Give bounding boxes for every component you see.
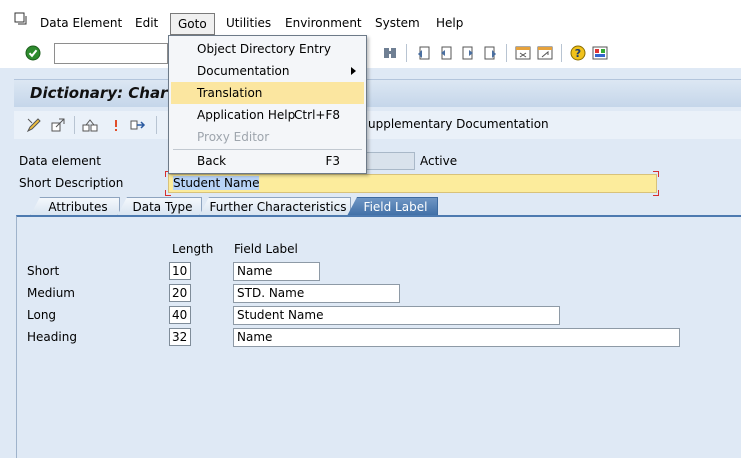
row-label-medium: Medium [27,286,75,300]
menu-goto[interactable]: Goto [170,13,215,35]
menu-item-back[interactable]: Back F3 [171,150,364,172]
column-header-field-label: Field Label [234,242,298,256]
menu-item-translation[interactable]: Translation [171,82,364,104]
application-toolbar: upplementary Documentation [14,111,741,139]
check-icon[interactable] [108,117,124,133]
toolbar-separator [406,44,407,62]
menu-item-label: Translation [197,86,263,100]
row-label-short: Short [27,264,60,278]
toolbar-separator [506,44,507,62]
tab-data-type[interactable]: Data Type [117,197,202,216]
new-session-icon[interactable] [515,45,531,61]
field-label-medium-input[interactable]: STD. Name [233,284,400,303]
short-description-value: Student Name [173,176,260,190]
active-inactive-icon[interactable] [50,117,66,133]
customize-layout-icon[interactable] [592,45,608,61]
system-menu-icon[interactable] [14,12,28,26]
standard-toolbar: ? [0,38,741,68]
menu-edit[interactable]: Edit [135,14,158,32]
length-short: 10 [169,262,191,280]
find-icon[interactable] [382,45,398,61]
tab-label: Further Characteristics [209,200,347,214]
supplementary-documentation-button[interactable]: upplementary Documentation [368,117,549,131]
menu-item-label: Application Help [197,108,296,122]
other-object-icon[interactable] [82,117,98,133]
menu-bar: Data Element Edit Goto Utilities Environ… [0,0,741,38]
menu-item-documentation[interactable]: Documentation [171,60,364,82]
row-label-long: Long [27,308,57,322]
short-description-field[interactable]: Student Name [168,174,657,193]
menu-utilities[interactable]: Utilities [226,14,271,32]
tab-further-characteristics[interactable]: Further Characteristics [199,197,351,216]
submenu-arrow-icon [351,67,356,75]
title-bar: Dictionary: Char [14,79,741,107]
status-text: Active [420,154,458,168]
page-title: Dictionary: Char [30,84,168,102]
goto-dropdown-menu: Object Directory Entry Documentation Tra… [168,35,367,174]
menu-item-application-help[interactable]: Application Help Ctrl+F8 [171,104,364,126]
display-change-icon[interactable] [26,117,42,133]
tab-label: Field Label [363,200,428,214]
length-medium: 20 [169,284,191,302]
svg-text:?: ? [575,47,581,60]
tab-label: Attributes [48,200,108,214]
focus-corner [165,190,171,196]
length-long: 40 [169,306,191,324]
menu-item-label: Documentation [197,64,290,78]
tab-label: Data Type [132,200,193,214]
menu-item-label: Back [197,154,227,168]
menu-item-label: Proxy Editor [197,130,270,144]
field-label-short-input[interactable]: Name [233,262,320,281]
last-page-icon[interactable] [482,45,498,61]
activate-icon[interactable] [130,117,146,133]
toolbar-separator [156,116,157,134]
short-description-label: Short Description [19,176,124,190]
menu-help[interactable]: Help [436,14,463,32]
next-page-icon[interactable] [460,45,476,61]
help-icon[interactable]: ? [570,45,586,61]
enter-check-icon[interactable] [25,45,41,61]
menu-system[interactable]: System [375,14,420,32]
command-field[interactable] [54,43,168,64]
column-header-length: Length [172,242,214,256]
field-label-heading-input[interactable]: Name [233,328,680,347]
menu-item-object-directory-entry[interactable]: Object Directory Entry [171,38,364,60]
menu-data-element[interactable]: Data Element [40,14,122,32]
menu-environment[interactable]: Environment [285,14,362,32]
focus-corner [653,190,659,196]
menu-item-shortcut: F3 [325,154,340,168]
data-element-label: Data element [19,154,101,168]
length-heading: 32 [169,328,191,346]
previous-page-icon[interactable] [438,45,454,61]
create-shortcut-icon[interactable] [537,45,553,61]
tab-attributes[interactable]: Attributes [30,197,120,216]
field-label-long-input[interactable]: Student Name [233,306,560,325]
menu-item-proxy-editor: Proxy Editor [171,126,364,148]
focus-corner [653,171,659,177]
toolbar-separator [561,44,562,62]
toolbar-separator [74,116,75,134]
first-page-icon[interactable] [416,45,432,61]
tab-field-label[interactable]: Field Label [347,197,438,216]
row-label-heading: Heading [27,330,77,344]
menu-item-label: Object Directory Entry [197,42,331,56]
menu-item-shortcut: Ctrl+F8 [294,108,340,122]
